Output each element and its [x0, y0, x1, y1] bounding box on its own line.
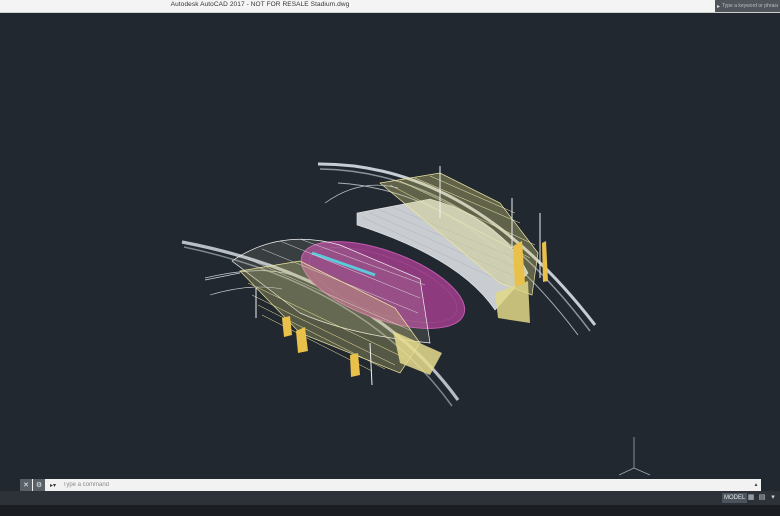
window-title: Autodesk AutoCAD 2017 - NOT FOR RESALE S… [170, 1, 350, 8]
close-icon[interactable]: ✕ [20, 479, 32, 491]
ucs-axis-icon [618, 437, 651, 476]
wrench-icon[interactable]: ⚙ [33, 479, 45, 491]
command-line[interactable]: ✕ ⚙ ▸▾ ▲ [20, 479, 761, 491]
status-bar: MODEL ▦ ▤ ▾ [0, 491, 780, 505]
drawing-viewport[interactable] [0, 13, 780, 476]
caret-up-icon[interactable]: ▲ [751, 479, 761, 491]
taskbar-strip [0, 505, 780, 516]
title-bar: Autodesk AutoCAD 2017 - NOT FOR RESALE S… [0, 0, 780, 13]
search-input[interactable] [722, 1, 778, 11]
search-arrow-icon[interactable]: ▸ [715, 0, 722, 12]
search-box[interactable]: ▸ [715, 0, 780, 12]
command-prompt-icon[interactable]: ▸▾ [46, 479, 60, 491]
grid-icon[interactable]: ▦ [746, 493, 756, 503]
chevron-down-icon[interactable]: ▾ [768, 493, 778, 503]
model-space-button[interactable]: MODEL [722, 493, 748, 503]
command-input[interactable] [60, 480, 751, 490]
snap-icon[interactable]: ▤ [757, 493, 767, 503]
stadium-model-drawing [181, 162, 651, 476]
